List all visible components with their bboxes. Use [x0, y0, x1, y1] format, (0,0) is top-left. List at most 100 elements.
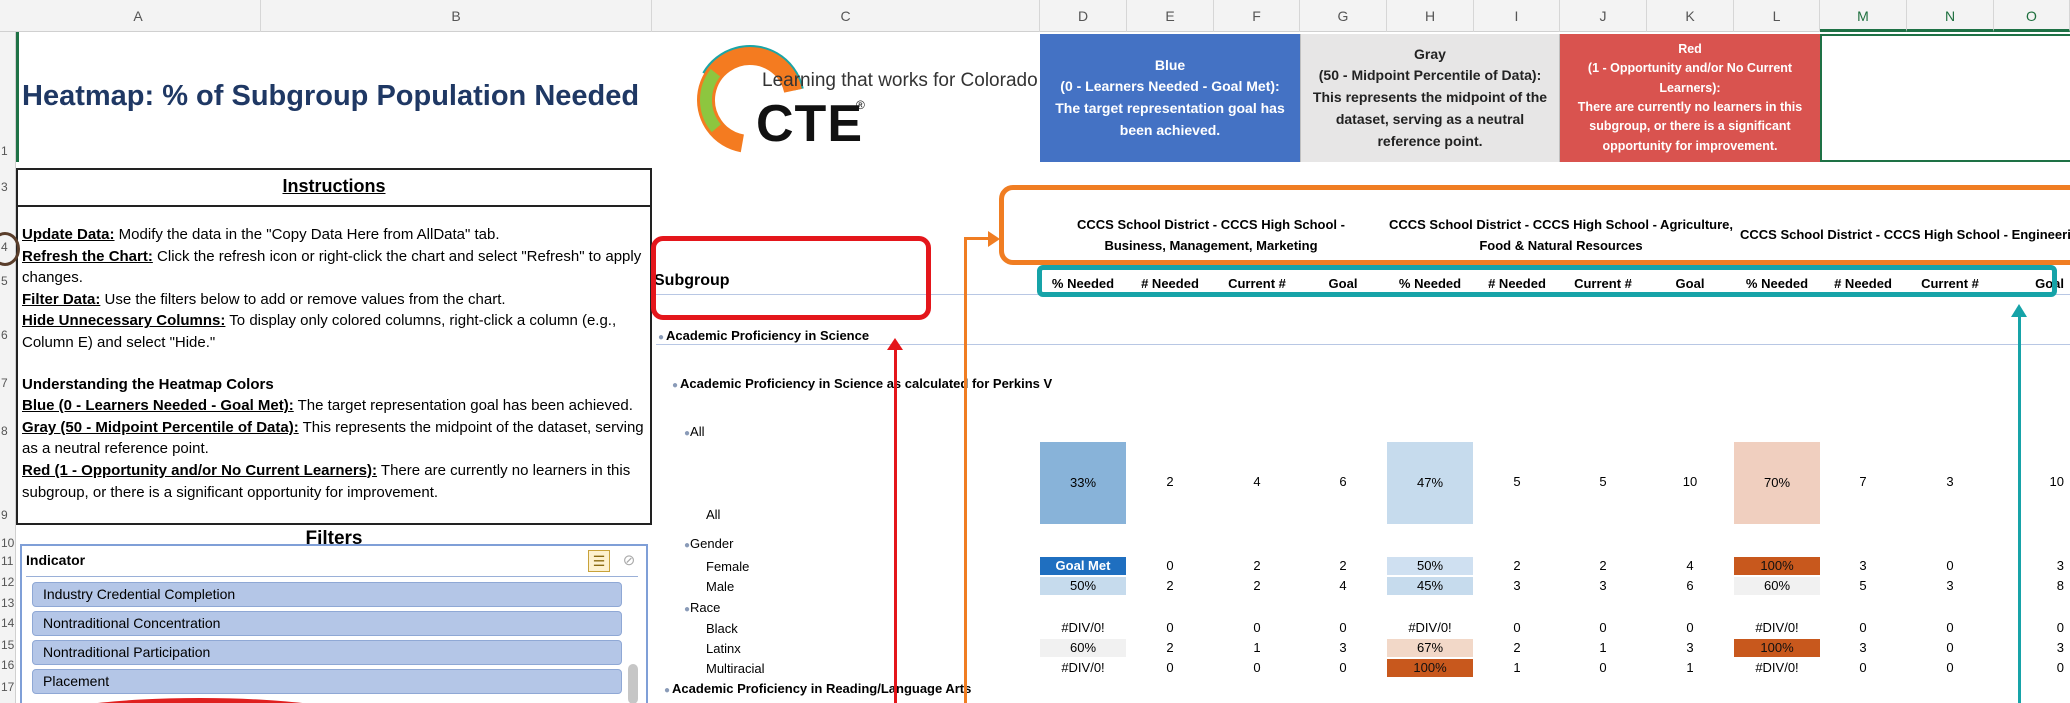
table-cell[interactable]: 0	[1474, 620, 1560, 635]
table-cell[interactable]: 0	[1994, 660, 2070, 675]
table-cell[interactable]: 0	[1994, 620, 2070, 635]
column-header-h[interactable]: H	[1387, 0, 1474, 32]
row-number[interactable]: 9	[0, 508, 16, 522]
table-cell[interactable]: 0	[1907, 620, 1993, 635]
slicer-item[interactable]: Industry Credential Completion	[32, 582, 622, 607]
heatmap-cell[interactable]: 100%	[1734, 557, 1820, 575]
table-cell[interactable]: 6	[1647, 578, 1733, 593]
indicator-slicer[interactable]: Indicator ☰ ⊘ Industry Credential Comple…	[20, 544, 648, 703]
heatmap-cell[interactable]: 100%	[1387, 659, 1473, 677]
table-cell[interactable]: 3	[1647, 640, 1733, 655]
table-cell[interactable]: 2	[1214, 558, 1300, 573]
table-cell[interactable]: 5	[1820, 578, 1906, 593]
table-cell[interactable]: 3	[1300, 640, 1386, 655]
heatmap-cell[interactable]: 33%	[1040, 442, 1126, 524]
row-number[interactable]: 16	[0, 658, 16, 672]
table-cell[interactable]: 3	[1820, 640, 1906, 655]
table-cell[interactable]: 2	[1474, 640, 1560, 655]
row-number[interactable]: 15	[0, 638, 16, 652]
heatmap-cell[interactable]: 50%	[1387, 557, 1473, 575]
outline-race[interactable]: ●Race	[684, 600, 720, 615]
column-header-i[interactable]: I	[1474, 0, 1560, 32]
table-cell[interactable]: 4	[1300, 578, 1386, 593]
table-cell[interactable]: 3	[1560, 578, 1646, 593]
heatmap-cell[interactable]: #DIV/0!	[1040, 660, 1126, 675]
table-cell[interactable]: 8	[1994, 578, 2070, 593]
row-number[interactable]: 14	[0, 616, 16, 630]
table-cell[interactable]: 0	[1907, 660, 1993, 675]
heatmap-cell[interactable]: 60%	[1040, 639, 1126, 657]
column-header-m[interactable]: M	[1820, 0, 1907, 32]
heatmap-cell[interactable]: #DIV/0!	[1040, 620, 1126, 635]
slicer-item[interactable]: Placement	[32, 669, 622, 694]
heatmap-cell[interactable]: 67%	[1387, 639, 1473, 657]
table-cell[interactable]: 0	[1127, 620, 1213, 635]
table-cell[interactable]: 2	[1560, 558, 1646, 573]
column-header-g[interactable]: G	[1300, 0, 1387, 32]
multi-select-icon[interactable]: ☰	[588, 550, 610, 572]
column-header-k[interactable]: K	[1647, 0, 1734, 32]
table-cell[interactable]: 0	[1214, 660, 1300, 675]
table-cell[interactable]: 1	[1647, 660, 1733, 675]
row-number[interactable]: 10	[0, 536, 16, 550]
table-cell[interactable]: 0	[1820, 660, 1906, 675]
table-cell[interactable]: 3	[1994, 640, 2070, 655]
table-cell[interactable]: 1	[1214, 640, 1300, 655]
outline-all[interactable]: ●All	[684, 424, 705, 439]
row-number[interactable]: 17	[0, 680, 16, 694]
column-header-e[interactable]: E	[1127, 0, 1214, 32]
row-number[interactable]: 1	[0, 144, 16, 158]
heatmap-cell[interactable]: 70%	[1734, 442, 1820, 524]
row-number[interactable]: 12	[0, 575, 16, 589]
table-cell[interactable]: 3	[1820, 558, 1906, 573]
table-cell[interactable]: 0	[1127, 558, 1213, 573]
heatmap-cell[interactable]: 60%	[1734, 577, 1820, 595]
table-cell[interactable]: 10	[1647, 474, 1733, 489]
table-cell[interactable]: 0	[1300, 660, 1386, 675]
table-cell[interactable]: 2	[1300, 558, 1386, 573]
table-cell[interactable]: 0	[1907, 640, 1993, 655]
clear-filter-icon[interactable]: ⊘	[618, 550, 640, 572]
table-cell[interactable]: 2	[1127, 640, 1213, 655]
collapse-icon[interactable]: ●	[664, 685, 670, 696]
table-cell[interactable]: 0	[1560, 660, 1646, 675]
table-cell[interactable]: 5	[1560, 474, 1646, 489]
table-cell[interactable]: 2	[1474, 558, 1560, 573]
table-cell[interactable]: 3	[1907, 474, 1993, 489]
table-cell[interactable]: 2	[1214, 578, 1300, 593]
slicer-scrollbar[interactable]	[628, 664, 638, 703]
row-number[interactable]: 6	[0, 328, 16, 342]
column-header-o[interactable]: O	[1994, 0, 2070, 32]
table-cell[interactable]: 6	[1300, 474, 1386, 489]
column-header-a[interactable]: A	[16, 0, 261, 32]
column-header-f[interactable]: F	[1214, 0, 1300, 32]
column-header-j[interactable]: J	[1560, 0, 1647, 32]
table-cell[interactable]: 4	[1647, 558, 1733, 573]
outline-science-perkins[interactable]: ● Academic Proficiency in Science as calc…	[672, 376, 1052, 391]
table-cell[interactable]: 1	[1474, 660, 1560, 675]
row-number[interactable]: 3	[0, 180, 16, 194]
column-header-l[interactable]: L	[1734, 0, 1820, 32]
table-cell[interactable]: 2	[1127, 578, 1213, 593]
selected-range[interactable]	[1820, 34, 2070, 162]
table-cell[interactable]: 0	[1560, 620, 1646, 635]
table-cell[interactable]: 10	[1994, 474, 2070, 489]
heatmap-cell[interactable]: #DIV/0!	[1387, 620, 1473, 635]
heatmap-cell[interactable]: 45%	[1387, 577, 1473, 595]
table-cell[interactable]: 0	[1300, 620, 1386, 635]
table-cell[interactable]: 0	[1647, 620, 1733, 635]
row-number[interactable]: 8	[0, 424, 16, 438]
table-cell[interactable]: 3	[1994, 558, 2070, 573]
slicer-item[interactable]: Nontraditional Participation	[32, 640, 622, 665]
table-cell[interactable]: 3	[1907, 578, 1993, 593]
collapse-icon[interactable]: ●	[658, 332, 664, 343]
heatmap-cell[interactable]: 100%	[1734, 639, 1820, 657]
row-number[interactable]: 13	[0, 596, 16, 610]
column-header-d[interactable]: D	[1040, 0, 1127, 32]
outline-science[interactable]: ● Academic Proficiency in Science	[658, 328, 869, 343]
table-cell[interactable]: 0	[1907, 558, 1993, 573]
column-header-c[interactable]: C	[652, 0, 1040, 32]
slicer-item[interactable]: Nontraditional Concentration	[32, 611, 622, 636]
row-number[interactable]: 11	[0, 554, 16, 568]
outline-gender[interactable]: ●Gender	[684, 536, 733, 551]
